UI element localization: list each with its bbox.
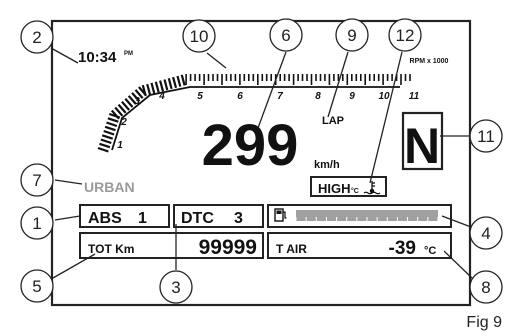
callout-number-3: 3 [171,278,180,297]
air-temp-unit: °C [424,245,436,257]
speed-value: 299 [202,113,299,178]
temp-warning-unit: °C [351,187,359,195]
callout-number-7: 7 [32,171,41,190]
rpm-scale-tick-10: 10 [378,91,390,102]
temp-warning-text: HIGH [318,181,351,196]
rpm-scale-tick-6: 6 [237,91,243,102]
gear-indicator: N [404,118,440,174]
rpm-unit-label: RPM x 1000 [410,58,449,65]
callout-number-6: 6 [281,26,290,45]
rpm-scale-tick-5: 5 [197,91,203,102]
clock-time: 10:34 [78,49,117,66]
callout-number-11: 11 [477,127,495,146]
lap-label: LAP [322,115,344,127]
rpm-scale-tick-4: 4 [158,91,165,102]
callout-number-10: 10 [190,27,209,46]
callout-number-9: 9 [347,26,356,45]
odometer-label: TOT Km [88,242,134,256]
callout-number-1: 1 [32,214,41,233]
rpm-scale-tick-11: 11 [409,91,420,102]
rpm-scale-tick-7: 7 [277,91,283,102]
clock-period: PM [124,51,133,57]
dtc-label: DTC [181,210,214,227]
callout-number-2: 2 [32,28,41,47]
dtc-level: 3 [234,210,243,227]
abs-label: ABS [88,210,122,227]
air-temp-value: -39 [389,238,416,259]
dashboard-diagram: 123 4 5 6 7 8 9 10 11 RPM x 1000 10:34 PM 299 km… [20,18,503,307]
abs-level: 1 [138,210,147,227]
rpm-scale-tick-8: 8 [315,91,321,102]
air-temp-label: T AIR [276,242,307,256]
rpm-scale-tick-3: 3 [134,96,140,107]
callout-number-8: 8 [481,278,490,297]
rpm-scale-tick-9: 9 [349,91,355,102]
figure-label: Fig 9 [466,314,502,331]
riding-mode: URBAN [84,179,135,195]
speed-unit: km/h [314,159,340,171]
callout-number-12: 12 [396,26,415,45]
callout-number-5: 5 [32,277,41,296]
fuel-level-bar [295,210,439,221]
callout-number-4: 4 [481,224,490,243]
odometer-value: 99999 [199,236,257,259]
rpm-scale-tick-1: 1 [117,140,123,151]
rpm-scale-tick-2: 2 [120,117,127,128]
